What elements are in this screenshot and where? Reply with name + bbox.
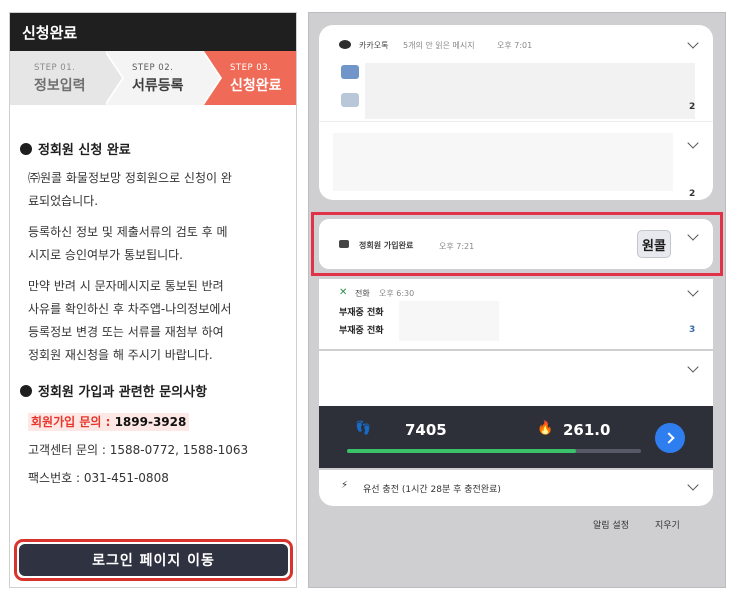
content: 정회원 신청 완료 ㈜원콜 화물정보망 정회원으로 신청이 완 료되었습니다. … bbox=[10, 139, 296, 492]
call-time: 오후 6:30 bbox=[379, 289, 415, 298]
signup-inquiry-label: 회원가입 문의 : bbox=[31, 415, 115, 429]
fax-number: 팩스번호 : 031-451-0808 bbox=[28, 471, 169, 485]
paragraph-line: 정회원 재신청을 해 주시기 바랍니다. bbox=[28, 348, 213, 362]
step-1: STEP 01. 정보입력 bbox=[10, 51, 106, 105]
page-title: 신청완료 bbox=[10, 13, 296, 51]
notification-card-blank[interactable] bbox=[319, 351, 713, 407]
notification-panel: 카카오톡 5개의 안 읽은 메시지 오후 7:01 2 2 정회원 가입완료 오… bbox=[308, 12, 726, 588]
blurred-caller bbox=[399, 301, 499, 341]
step-3-number: STEP 03. bbox=[230, 63, 272, 73]
section-title-text: 정회원 신청 완료 bbox=[38, 143, 131, 158]
chevron-down-icon[interactable] bbox=[687, 37, 699, 49]
paragraph-line: ㈜원콜 화물정보망 정회원으로 신청이 완 bbox=[28, 171, 232, 185]
paragraph-line: 료되었습니다. bbox=[28, 194, 99, 208]
chevron-right-icon bbox=[662, 432, 675, 444]
clear-notifications-link[interactable]: 지우기 bbox=[655, 518, 680, 531]
kakaotalk-icon bbox=[339, 40, 351, 49]
signup-inquiry-highlight: 회원가입 문의 : 1899-3928 bbox=[28, 413, 190, 431]
message-count: 2 bbox=[689, 189, 696, 199]
flame-icon: 🔥 bbox=[537, 421, 554, 436]
paragraph-line: 시지로 승인여부가 통보됩니다. bbox=[28, 248, 183, 262]
step-3-label: 신청완료 bbox=[230, 78, 282, 94]
step-count: 7405 bbox=[405, 421, 447, 439]
chevron-down-icon[interactable] bbox=[687, 137, 699, 149]
kakao-app-name: 카카오톡 bbox=[359, 41, 389, 50]
notification-card-charging[interactable]: ⚡ 유선 충전 (1시간 28분 후 충전완료) bbox=[319, 470, 713, 506]
paragraph-3: 만약 반려 시 문자메시지로 통보된 반려 사유를 확인하신 후 차주앱-나의정… bbox=[20, 275, 286, 367]
open-arrow-button[interactable] bbox=[655, 423, 685, 453]
phone-icon: ✕ bbox=[339, 287, 348, 298]
paragraph-line: 등록정보 변경 또는 서류를 재첨부 하여 bbox=[28, 325, 224, 339]
blurred-message bbox=[333, 133, 673, 191]
step-arrow bbox=[202, 51, 220, 105]
step-progress-bar bbox=[347, 449, 641, 453]
calories-value: 261.0 bbox=[563, 421, 611, 439]
step-1-label: 정보입력 bbox=[34, 78, 86, 94]
blurred-message bbox=[365, 63, 695, 119]
paragraph-line: 만약 반려 시 문자메시지로 통보된 반려 bbox=[28, 279, 224, 293]
step-2-number: STEP 02. bbox=[132, 63, 174, 73]
chevron-down-icon[interactable] bbox=[687, 479, 699, 491]
missed-call-item: 부재중 전화 bbox=[339, 308, 384, 318]
chevron-down-icon[interactable] bbox=[687, 285, 699, 297]
login-page-button[interactable]: 로그인 페이지 이동 bbox=[19, 544, 288, 576]
step-indicator: STEP 01. 정보입력 STEP 02. 서류등록 STEP 03. 신청완… bbox=[10, 51, 296, 105]
notification-settings-link[interactable]: 알림 설정 bbox=[593, 518, 629, 531]
section-title-complete: 정회원 신청 완료 bbox=[20, 139, 286, 158]
chevron-down-icon[interactable] bbox=[687, 361, 699, 373]
root: 신청완료 STEP 01. 정보입력 STEP 02. 서류등록 STEP 03… bbox=[0, 0, 734, 600]
step-2-label: 서류등록 bbox=[132, 78, 184, 94]
paragraph-line: 사유를 확인하신 후 차주앱-나의정보에서 bbox=[28, 302, 232, 316]
kakao-message-count: 2 bbox=[689, 102, 696, 112]
call-app-name: 전화 bbox=[355, 289, 370, 298]
customer-center-numbers: 고객센터 문의 : 1588-0772, 1588-1063 bbox=[28, 443, 249, 457]
bullet-icon bbox=[20, 384, 32, 397]
paragraph-1: ㈜원콜 화물정보망 정회원으로 신청이 완 료되었습니다. bbox=[20, 167, 286, 213]
application-complete-screen: 신청완료 STEP 01. 정보입력 STEP 02. 서류등록 STEP 03… bbox=[9, 12, 297, 588]
divider bbox=[319, 121, 713, 122]
signup-phone-number[interactable]: 1899-3928 bbox=[115, 415, 187, 429]
missed-call-count: 3 bbox=[689, 325, 696, 335]
section-title-text: 정회원 가입과 관련한 문의사항 bbox=[38, 385, 208, 400]
chat-thumbnail bbox=[341, 65, 359, 79]
highlight-box bbox=[311, 212, 723, 276]
section-title-inquiry: 정회원 가입과 관련한 문의사항 bbox=[20, 381, 286, 400]
paragraph-line: 등록하신 정보 및 제출서류의 검토 후 메 bbox=[28, 225, 228, 239]
step-counter-widget[interactable]: 👣 7405 🔥 261.0 bbox=[319, 406, 713, 468]
charging-status-text: 유선 충전 (1시간 28분 후 충전완료) bbox=[363, 485, 501, 495]
step-arrow bbox=[104, 51, 122, 105]
footsteps-icon: 👣 bbox=[355, 421, 372, 436]
signup-inquiry: 회원가입 문의 : 1899-3928 bbox=[28, 408, 286, 436]
kakao-time: 오후 7:01 bbox=[497, 41, 533, 50]
kakao-unread-info: 5개의 안 읽은 메시지 bbox=[403, 41, 475, 50]
step-1-number: STEP 01. bbox=[34, 63, 76, 73]
login-button-highlight: 로그인 페이지 이동 bbox=[14, 539, 293, 581]
notification-card-call[interactable]: ✕ 전화 오후 6:30 부재중 전화 부재중 전화 3 bbox=[319, 279, 713, 349]
notification-card-kakao[interactable]: 카카오톡 5개의 안 읽은 메시지 오후 7:01 2 2 bbox=[319, 25, 713, 200]
paragraph-2: 등록하신 정보 및 제출서류의 검토 후 메 시지로 승인여부가 통보됩니다. bbox=[20, 221, 286, 267]
chat-thumbnail bbox=[341, 93, 359, 107]
step-progress-fill bbox=[347, 449, 577, 453]
charging-bolt-icon: ⚡ bbox=[341, 480, 349, 491]
bullet-icon bbox=[20, 142, 32, 155]
missed-call-item: 부재중 전화 bbox=[339, 326, 384, 336]
